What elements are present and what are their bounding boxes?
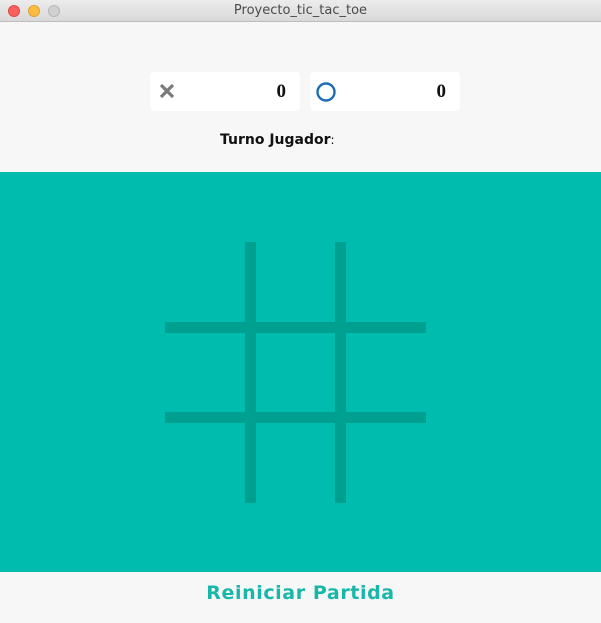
score-x-value: 0 [276,81,287,102]
title-bar[interactable]: Proyecto_tic_tac_toe [0,0,601,22]
board-cell-9[interactable] [346,423,426,503]
board-cell-3[interactable] [346,242,426,322]
game-grid [165,242,426,503]
grid-line-horizontal-1 [165,322,426,333]
window-title: Proyecto_tic_tac_toe [233,3,368,18]
board-cell-6[interactable] [346,333,426,413]
board-cell-1[interactable] [165,242,245,322]
turn-label: Turno Jugador [220,132,331,148]
header: 0 0 Turno Jugador: [0,22,601,172]
x-mark-icon [159,83,175,99]
turn-separator: : [330,133,335,147]
board-cell-8[interactable] [256,423,336,503]
score-o-value: 0 [436,81,447,102]
restart-game-button[interactable]: Reiniciar Partida [206,582,394,604]
circle-icon [316,82,336,102]
board-cell-4[interactable] [165,333,245,413]
game-board-area [0,172,601,572]
score-box-o: 0 [310,72,460,111]
turn-indicator: Turno Jugador: [220,132,335,148]
board-cell-5[interactable] [256,333,336,413]
app-window: Proyecto_tic_tac_toe 0 0 Turno Jugador: [0,0,601,623]
grid-line-horizontal-2 [165,412,426,423]
board-cell-7[interactable] [165,423,245,503]
footer: Reiniciar Partida [0,572,601,623]
board-cell-2[interactable] [256,242,336,322]
grid-line-vertical-2 [335,242,346,503]
score-box-x: 0 [150,72,300,111]
grid-line-vertical-1 [245,242,256,503]
